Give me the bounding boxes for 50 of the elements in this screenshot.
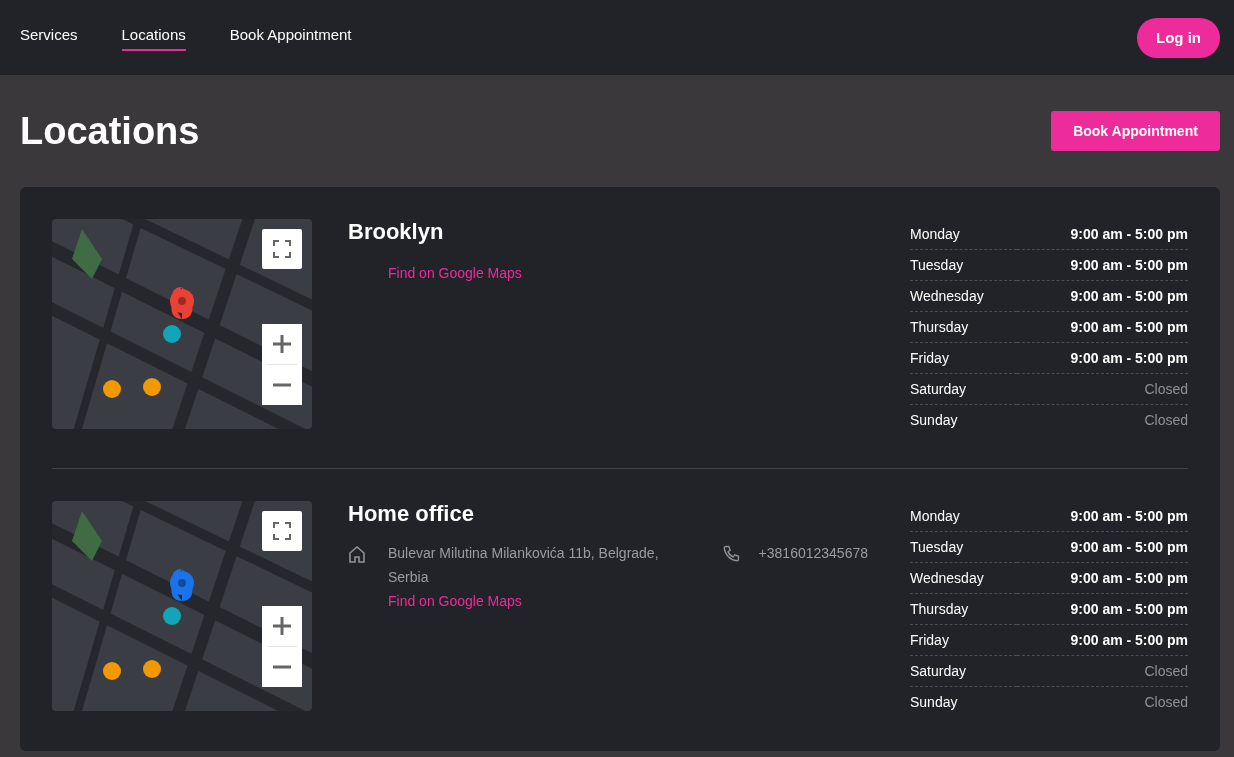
hours-text: 9:00 am - 5:00 pm [1017, 219, 1188, 250]
day-label: Tuesday [910, 531, 1018, 563]
location-name: Home office [348, 501, 475, 527]
hours-text: 9:00 am - 5:00 pm [1017, 249, 1188, 281]
hours-text: 9:00 am - 5:00 pm [1017, 311, 1188, 343]
fullscreen-icon [273, 240, 291, 258]
day-label: Thursday [910, 593, 1018, 625]
home-icon [348, 545, 366, 563]
minus-icon [273, 665, 291, 669]
day-label: Sunday [910, 404, 1018, 435]
day-label: Tuesday [910, 249, 1018, 281]
hours-text: 9:00 am - 5:00 pm [1017, 501, 1188, 532]
location-name: Brooklyn [348, 219, 445, 245]
nav-link[interactable]: Locations [121, 24, 186, 51]
fullscreen-button[interactable] [262, 229, 302, 269]
day-label: Thursday [910, 311, 1018, 343]
address-text: Bulevar Milutina Milankovića 11b, Belgrade, Serbia [388, 544, 660, 587]
day-label: Friday [910, 342, 1018, 374]
day-label: Saturday [910, 655, 1018, 687]
day-label: Friday [910, 624, 1018, 656]
fullscreen-icon [273, 522, 291, 540]
hours-text: 9:00 am - 5:00 pm [1017, 593, 1188, 625]
hours-text: Closed [1017, 373, 1188, 405]
plus-icon [273, 617, 291, 635]
minus-icon [273, 383, 291, 387]
hours-text: Closed [1017, 686, 1188, 717]
hours-text: 9:00 am - 5:00 pm [1017, 562, 1188, 594]
day-label: Monday [910, 219, 1018, 250]
maps-link[interactable]: Find on Google Maps [388, 261, 522, 285]
nav-link[interactable]: Book Appointment [229, 24, 352, 51]
maps-link[interactable]: Find on Google Maps [388, 589, 522, 613]
nav-link[interactable]: Services [20, 24, 78, 51]
plus-icon [273, 335, 291, 353]
day-label: Monday [910, 501, 1018, 532]
fullscreen-button[interactable] [262, 511, 302, 551]
hours-text: 9:00 am - 5:00 pm [1017, 280, 1188, 312]
hours-text: Closed [1017, 655, 1188, 687]
day-label: Sunday [910, 686, 1018, 717]
hours-text: Closed [1017, 404, 1188, 435]
day-label: Wednesday [910, 280, 1018, 312]
hours-text: 9:00 am - 5:00 pm [1017, 342, 1188, 374]
phone-icon [721, 545, 740, 563]
hours-text: 9:00 am - 5:00 pm [1017, 531, 1188, 563]
login-button[interactable]: Log in [1137, 17, 1220, 58]
day-label: Saturday [910, 373, 1018, 405]
phone-number: +3816012345678 [758, 544, 868, 563]
day-label: Wednesday [910, 562, 1018, 594]
book-appointment-button[interactable]: Book Appointment [1051, 111, 1220, 151]
hours-text: 9:00 am - 5:00 pm [1017, 624, 1188, 656]
page-title: Locations [20, 109, 200, 153]
